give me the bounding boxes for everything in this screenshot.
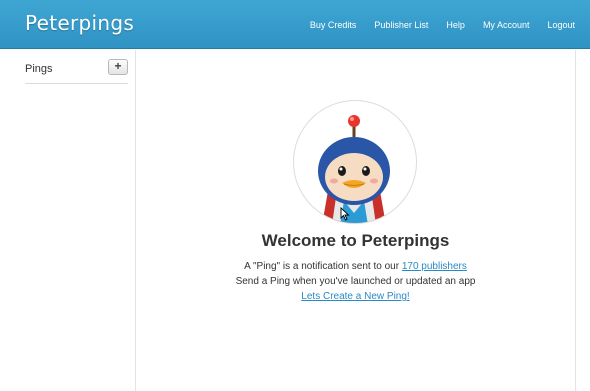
main-nav: Buy Credits Publisher List Help My Accou… [292,0,575,49]
top-navbar: Peterpings Buy Credits Publisher List He… [0,0,590,49]
penguin-mascot-icon [293,100,417,224]
main-content: Welcome to Peterpings A "Ping" is a noti… [136,50,575,391]
nav-publisher-list[interactable]: Publisher List [374,20,428,30]
intro-text: A "Ping" is a notification sent to our [244,261,402,272]
sidebar-title: Pings [25,63,53,75]
sidebar-header: Pings + [25,58,128,84]
create-ping-line: Lets Create a New Ping! [136,291,575,302]
instruction-line: Send a Ping when you've launched or upda… [235,276,476,287]
sidebar: Pings + [0,50,136,391]
create-ping-link[interactable]: Lets Create a New Ping! [301,291,409,302]
mouse-pointer-icon [340,206,350,221]
add-ping-button[interactable]: + [108,59,128,75]
intro-line: A "Ping" is a notification sent to our 1… [136,261,575,272]
brand-logo[interactable]: Peterpings [25,11,134,35]
right-divider [575,50,576,391]
publishers-link[interactable]: 170 publishers [402,261,467,272]
welcome-title: Welcome to Peterpings [261,231,450,250]
nav-logout[interactable]: Logout [547,20,575,30]
nav-help[interactable]: Help [446,20,465,30]
nav-buy-credits[interactable]: Buy Credits [310,20,357,30]
nav-my-account[interactable]: My Account [483,20,530,30]
